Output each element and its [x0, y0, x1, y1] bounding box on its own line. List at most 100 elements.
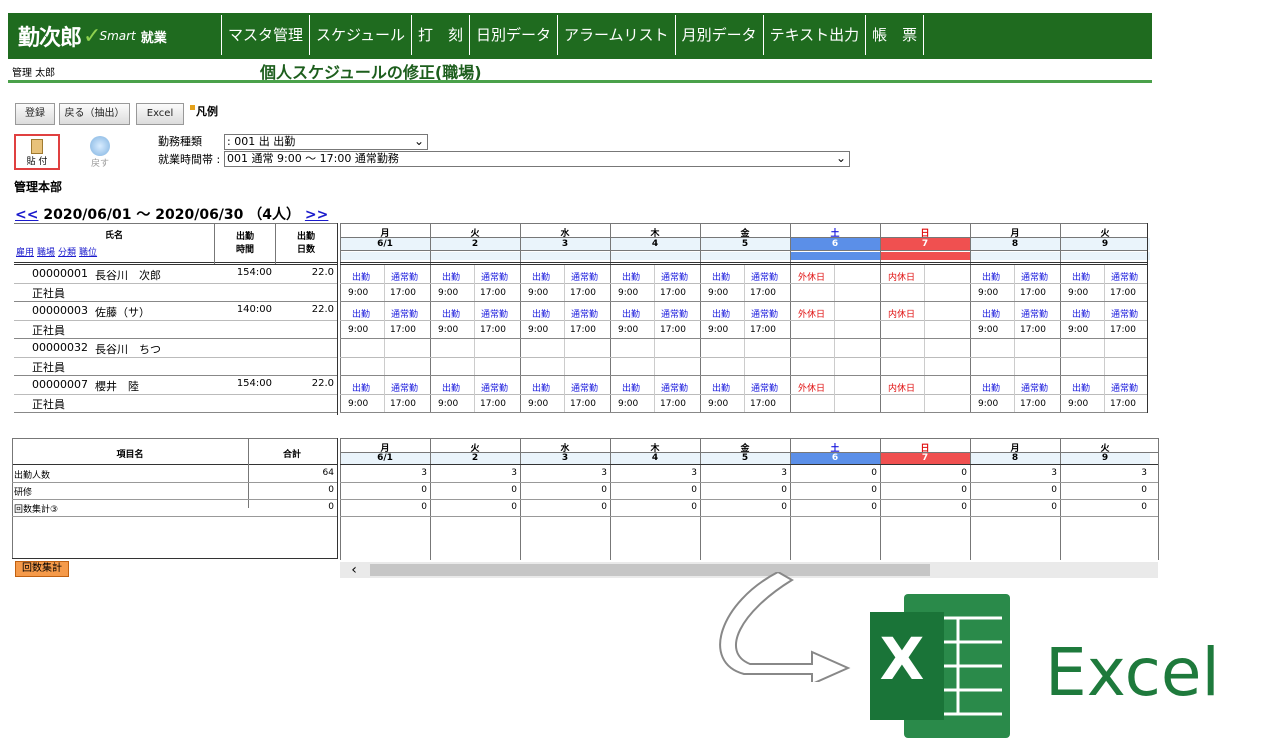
scroll-left-icon[interactable]: ‹ [340, 562, 368, 578]
summary-date-8: 9 [1060, 453, 1150, 464]
next-period-link[interactable]: >> [305, 207, 328, 223]
work-type-select[interactable]: : 001 出 出勤 ⌄ [224, 134, 428, 150]
cell-pattern-1-4[interactable]: 通常勤 [751, 307, 789, 319]
summary-value-2-4: 0 [781, 502, 787, 512]
employee-role-0: 正社員 [32, 287, 65, 299]
cell-end-0-2: 17:00 [570, 288, 596, 298]
prev-period-link[interactable]: << [15, 207, 38, 223]
cell-pattern-3-0[interactable]: 通常勤 [391, 381, 429, 393]
cell-holiday-0-5[interactable]: 外休日 [798, 270, 838, 282]
cell-pattern-1-7[interactable]: 通常勤 [1021, 307, 1059, 319]
back-button[interactable]: 戻る（抽出） [59, 103, 130, 125]
cell-code-0-1[interactable]: 出勤 [442, 270, 472, 282]
cell-end-3-2: 17:00 [570, 399, 596, 409]
grid-line [384, 302, 385, 338]
cell-code-3-4[interactable]: 出勤 [712, 381, 742, 393]
sort-link-0[interactable]: 雇用 [16, 248, 34, 258]
cell-code-1-0[interactable]: 出勤 [352, 307, 382, 319]
menu-item-5[interactable]: 月別データ [676, 15, 764, 55]
cell-code-1-8[interactable]: 出勤 [1072, 307, 1102, 319]
sort-link-3[interactable]: 職位 [79, 248, 97, 258]
cell-code-3-7[interactable]: 出勤 [982, 381, 1012, 393]
cell-pattern-3-8[interactable]: 通常勤 [1111, 381, 1149, 393]
menu-item-2[interactable]: 打 刻 [412, 15, 470, 55]
cell-code-3-2[interactable]: 出勤 [532, 381, 562, 393]
cell-start-3-0: 9:00 [348, 399, 369, 409]
day-date-4: 5 [700, 238, 790, 250]
cell-pattern-3-4[interactable]: 通常勤 [751, 381, 789, 393]
excel-button[interactable]: Excel [136, 103, 184, 125]
cell-pattern-3-7[interactable]: 通常勤 [1021, 381, 1059, 393]
app-logo[interactable]: 勤次郎 ✓ Smart 就業 [18, 13, 167, 59]
cell-pattern-1-1[interactable]: 通常勤 [481, 307, 519, 319]
undo-button[interactable]: 戻す [80, 134, 120, 170]
cell-code-1-3[interactable]: 出勤 [622, 307, 652, 319]
day-date-8: 9 [1060, 238, 1150, 250]
summary-value-2-8: 0 [1141, 502, 1147, 512]
cell-code-1-2[interactable]: 出勤 [532, 307, 562, 319]
cell-holiday-3-5[interactable]: 外休日 [798, 381, 838, 393]
undo-label: 戻す [90, 159, 109, 169]
sort-link-1[interactable]: 職場 [37, 248, 55, 258]
cell-code-1-4[interactable]: 出勤 [712, 307, 742, 319]
cell-code-0-2[interactable]: 出勤 [532, 270, 562, 282]
sort-link-2[interactable]: 分類 [58, 248, 76, 258]
employee-name-3[interactable]: 櫻井 陸 [95, 378, 205, 392]
cell-start-3-3: 9:00 [618, 399, 639, 409]
grid-line [340, 516, 1158, 517]
count-summary-tab[interactable]: 回数集計 [15, 561, 69, 577]
employee-name-1[interactable]: 佐藤（サ） [95, 304, 205, 318]
grid-line [384, 265, 385, 301]
cell-pattern-3-3[interactable]: 通常勤 [661, 381, 699, 393]
menu-item-3[interactable]: 日別データ [470, 15, 558, 55]
cell-pattern-3-1[interactable]: 通常勤 [481, 381, 519, 393]
employee-name-2[interactable]: 長谷川 ちつ [95, 341, 205, 355]
summary-row-name-1: 研修 [14, 488, 33, 497]
cell-pattern-3-2[interactable]: 通常勤 [571, 381, 609, 393]
grid-line [340, 499, 1158, 500]
cell-code-0-7[interactable]: 出勤 [982, 270, 1012, 282]
cell-code-1-7[interactable]: 出勤 [982, 307, 1012, 319]
employee-id-1: 00000003 [32, 304, 88, 317]
user-name: 管理 太郎 [12, 68, 56, 79]
register-button[interactable]: 登録 [15, 103, 55, 125]
summary-date-7: 8 [970, 453, 1060, 464]
cell-code-0-3[interactable]: 出勤 [622, 270, 652, 282]
cell-pattern-0-3[interactable]: 通常勤 [661, 270, 699, 282]
cell-code-1-1[interactable]: 出勤 [442, 307, 472, 319]
menu-item-6[interactable]: テキスト出力 [764, 15, 867, 55]
cell-code-0-0[interactable]: 出勤 [352, 270, 382, 282]
employee-name-0[interactable]: 長谷川 次郎 [95, 267, 205, 281]
legend-link[interactable]: 凡例 [190, 103, 218, 119]
cell-pattern-0-7[interactable]: 通常勤 [1021, 270, 1059, 282]
cell-pattern-0-8[interactable]: 通常勤 [1111, 270, 1149, 282]
cell-holiday-1-5[interactable]: 外休日 [798, 307, 838, 319]
cell-holiday-1-6[interactable]: 内休日 [888, 307, 928, 319]
paste-button[interactable]: 貼 付 [14, 134, 60, 170]
cell-code-3-1[interactable]: 出勤 [442, 381, 472, 393]
cell-start-1-1: 9:00 [438, 325, 459, 335]
cell-pattern-1-8[interactable]: 通常勤 [1111, 307, 1149, 319]
work-type-value: : 001 出 出勤 [227, 135, 296, 148]
menu-item-1[interactable]: スケジュール [310, 15, 412, 55]
cell-holiday-0-6[interactable]: 内休日 [888, 270, 928, 282]
cell-pattern-1-2[interactable]: 通常勤 [571, 307, 609, 319]
cell-code-0-8[interactable]: 出勤 [1072, 270, 1102, 282]
grid-line [14, 283, 337, 284]
menu-item-7[interactable]: 帳 票 [866, 15, 925, 55]
cell-pattern-1-3[interactable]: 通常勤 [661, 307, 699, 319]
cell-holiday-3-6[interactable]: 内休日 [888, 381, 928, 393]
cell-code-3-3[interactable]: 出勤 [622, 381, 652, 393]
menu-item-4[interactable]: アラームリスト [558, 15, 676, 55]
menu-item-0[interactable]: マスタ管理 [222, 15, 311, 55]
cell-pattern-0-0[interactable]: 通常勤 [391, 270, 429, 282]
cell-end-3-1: 17:00 [480, 399, 506, 409]
cell-pattern-0-2[interactable]: 通常勤 [571, 270, 609, 282]
cell-pattern-1-0[interactable]: 通常勤 [391, 307, 429, 319]
cell-pattern-0-4[interactable]: 通常勤 [751, 270, 789, 282]
cell-code-3-0[interactable]: 出勤 [352, 381, 382, 393]
cell-pattern-0-1[interactable]: 通常勤 [481, 270, 519, 282]
work-hours-select[interactable]: 001 通常 9:00 ～ 17:00 通常勤務 ⌄ [224, 151, 850, 167]
cell-code-0-4[interactable]: 出勤 [712, 270, 742, 282]
cell-code-3-8[interactable]: 出勤 [1072, 381, 1102, 393]
